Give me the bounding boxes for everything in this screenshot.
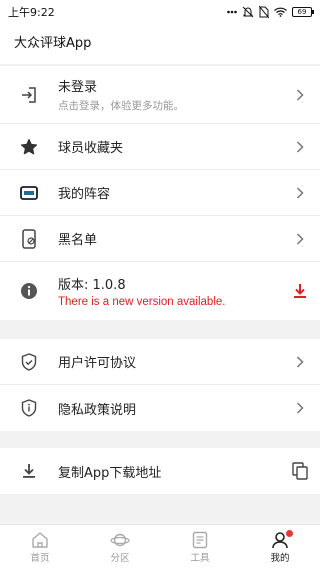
privacy-label: 隐私政策说明 — [58, 402, 137, 418]
star-icon — [0, 138, 58, 156]
tab-mine-label: 我的 — [270, 552, 290, 564]
license-row[interactable]: 用户许可协议 — [0, 339, 320, 385]
chevron-right-icon — [296, 88, 304, 101]
chevron-right-icon — [296, 186, 304, 199]
dots-icon — [227, 10, 237, 14]
favorites-row[interactable]: 球员收藏夹 — [0, 124, 320, 170]
download-update-button[interactable] — [280, 283, 320, 299]
sim-icon — [259, 6, 269, 18]
page-title: 大众评球App — [0, 24, 320, 64]
login-row[interactable]: 未登录 点击登录，体验更多功能。 — [0, 66, 320, 124]
home-icon — [32, 531, 48, 548]
tab-tools-label: 工具 — [190, 552, 210, 564]
chevron-right-icon — [296, 355, 304, 368]
favorites-label: 球员收藏夹 — [58, 141, 124, 156]
tab-home[interactable]: 首页 — [0, 525, 80, 568]
download-tray-icon — [0, 463, 58, 479]
privacy-row[interactable]: 隐私政策说明 — [0, 385, 320, 431]
tab-home-label: 首页 — [30, 552, 50, 564]
shield-info-icon — [0, 399, 58, 417]
copy-icon — [292, 462, 308, 480]
shield-check-icon — [0, 352, 58, 371]
version-label: 版本: 1.0.8 — [58, 278, 126, 293]
version-row[interactable]: 版本: 1.0.8 There is a new version availab… — [0, 262, 320, 320]
section-account: 未登录 点击登录，体验更多功能。 球员收藏夹 我的阵容 黑名单 版本: 1.0.… — [0, 66, 320, 320]
copy-link-row[interactable]: 复制App下载地址 — [0, 448, 320, 494]
phone-block-icon — [0, 228, 58, 249]
planet-icon — [110, 533, 130, 546]
license-label: 用户许可协议 — [58, 356, 137, 371]
download-icon — [294, 284, 306, 298]
login-subtitle: 点击登录，体验更多功能。 — [58, 100, 184, 112]
login-icon — [0, 86, 58, 104]
document-icon — [192, 531, 208, 548]
chevron-right-icon — [296, 232, 304, 245]
version-notice: There is a new version available. — [58, 296, 226, 308]
blacklist-label: 黑名单 — [58, 233, 98, 248]
copy-button[interactable] — [280, 462, 320, 480]
lineup-label: 我的阵容 — [58, 187, 111, 202]
status-bar: 上午9:22 69 — [0, 0, 320, 24]
tab-category[interactable]: 分区 — [80, 525, 160, 568]
section-legal: 用户许可协议 隐私政策说明 — [0, 339, 320, 431]
copy-link-label: 复制App下载地址 — [58, 465, 162, 481]
blacklist-row[interactable]: 黑名单 — [0, 216, 320, 262]
chevron-right-icon — [296, 402, 304, 414]
lineup-icon — [0, 185, 58, 200]
lineup-row[interactable]: 我的阵容 — [0, 170, 320, 216]
tab-tools[interactable]: 工具 — [160, 525, 240, 568]
tab-mine[interactable]: 我的 — [240, 525, 320, 568]
wifi-icon — [274, 7, 287, 17]
tab-category-label: 分区 — [110, 552, 130, 564]
notification-dot — [286, 529, 293, 537]
chevron-right-icon — [296, 140, 304, 153]
status-icons: 69 — [227, 6, 314, 18]
info-icon — [0, 282, 58, 300]
status-time: 上午9:22 — [8, 6, 55, 19]
section-share: 复制App下载地址 — [0, 448, 320, 494]
mute-icon — [242, 6, 254, 18]
bottom-tab-bar: 首页 分区 工具 我的 — [0, 524, 320, 568]
login-title: 未登录 — [58, 80, 98, 95]
battery-icon: 69 — [292, 7, 314, 17]
